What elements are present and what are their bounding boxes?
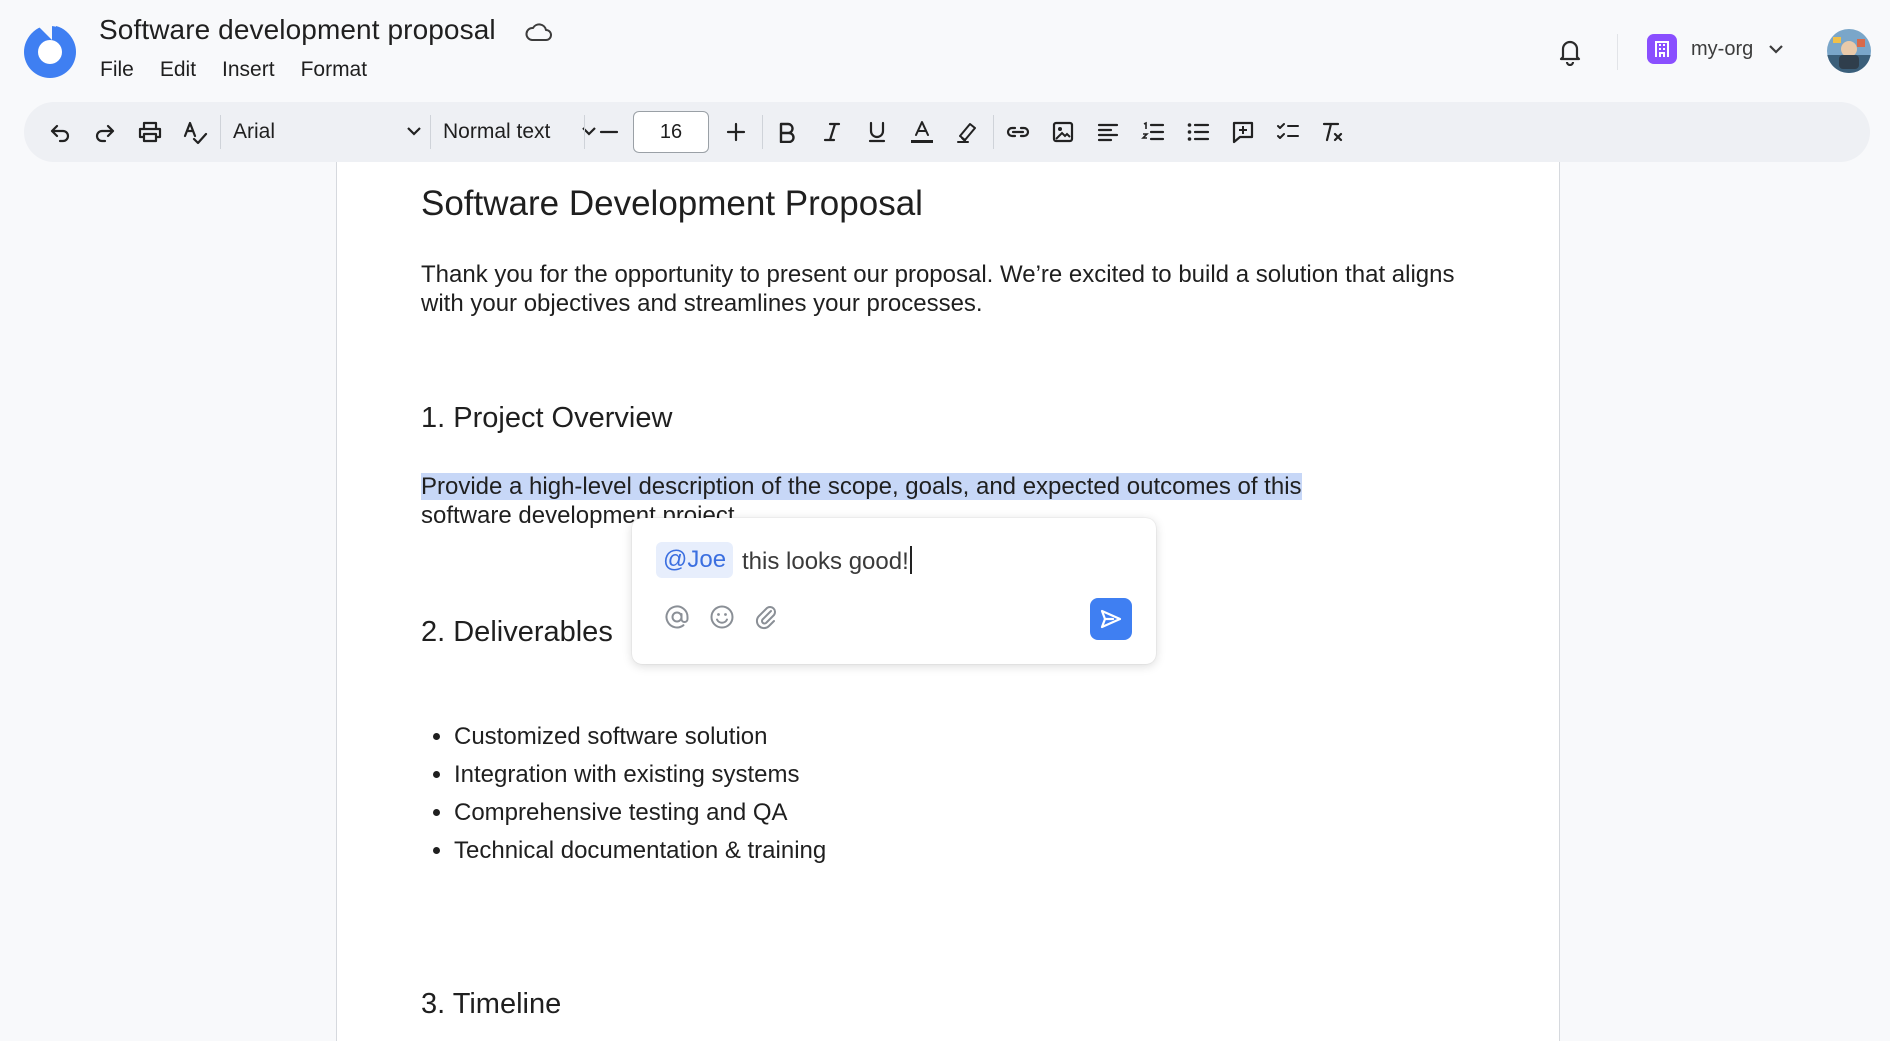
- document-title[interactable]: Software development proposal: [99, 14, 496, 46]
- toolbar-divider: [220, 115, 221, 149]
- toolbar-divider: [762, 115, 763, 149]
- comment-input[interactable]: this looks good!: [742, 546, 912, 576]
- add-comment-button[interactable]: [1221, 102, 1265, 162]
- attach-icon[interactable]: [751, 602, 781, 632]
- menu-format[interactable]: Format: [301, 58, 368, 82]
- highlighted-selection[interactable]: Provide a high-level description of the …: [421, 473, 1302, 500]
- font-family-value: Arial: [233, 120, 276, 143]
- list-item: Technical documentation & training: [454, 832, 826, 870]
- list-item: Comprehensive testing and QA: [454, 794, 826, 832]
- section-heading-deliverables: 2. Deliverables: [421, 616, 613, 648]
- list-item: Integration with existing systems: [454, 756, 826, 794]
- align-left-icon: [1097, 123, 1119, 142]
- org-switcher[interactable]: my-org: [1647, 34, 1785, 64]
- header-divider: [1617, 34, 1618, 70]
- section-heading-timeline: 3. Timeline: [421, 988, 562, 1020]
- at-icon[interactable]: [662, 602, 692, 632]
- document-heading: Software Development Proposal: [421, 184, 923, 223]
- menu-bar: File Edit Insert Format: [100, 58, 367, 82]
- align-left-button[interactable]: [1086, 102, 1130, 162]
- send-button[interactable]: [1090, 598, 1132, 640]
- underline-icon: [868, 121, 886, 143]
- link-icon: [1006, 126, 1030, 138]
- highlight-button[interactable]: [945, 102, 989, 162]
- app-header: Software development proposal File Edit …: [0, 0, 1890, 100]
- cloud-icon[interactable]: [524, 20, 554, 46]
- formatting-toolbar: Arial Normal text 16: [24, 102, 1870, 162]
- comment-popup: @Joe this looks good!: [632, 518, 1156, 664]
- spellcheck-icon: [183, 121, 208, 145]
- avatar[interactable]: [1827, 29, 1871, 73]
- toolbar-divider: [584, 115, 585, 149]
- checklist-icon: [1277, 123, 1299, 139]
- font-family-select[interactable]: Arial: [233, 102, 423, 162]
- send-icon: [1100, 609, 1122, 629]
- clear-formatting-button[interactable]: [1311, 102, 1355, 162]
- chevron-down-icon: [1769, 45, 1784, 54]
- menu-insert[interactable]: Insert: [222, 58, 275, 82]
- toolbar-divider: [993, 115, 994, 149]
- menu-file[interactable]: File: [100, 58, 134, 82]
- bell-icon[interactable]: [1556, 36, 1584, 66]
- image-icon: [1052, 121, 1074, 143]
- text-caret: [909, 546, 912, 574]
- checklist-button[interactable]: [1266, 102, 1310, 162]
- print-icon: [138, 121, 162, 143]
- italic-button[interactable]: [810, 102, 854, 162]
- italic-icon: [823, 122, 841, 142]
- numbered-list-icon: [1141, 121, 1165, 141]
- intro-paragraph: Thank you for the opportunity to present…: [421, 261, 1455, 317]
- insert-image-button[interactable]: [1041, 102, 1085, 162]
- toolbar-divider: [430, 115, 431, 149]
- text-style-select[interactable]: Normal text: [443, 102, 598, 162]
- bold-icon: [779, 122, 795, 143]
- org-name: my-org: [1691, 37, 1754, 60]
- text-style-value: Normal text: [443, 120, 551, 143]
- bulleted-list-icon: [1187, 123, 1210, 141]
- insert-link-button[interactable]: [996, 102, 1040, 162]
- deliverables-list: Customized software solution Integration…: [421, 718, 826, 870]
- list-item: Customized software solution: [454, 718, 826, 756]
- plus-icon: [726, 122, 746, 142]
- bulleted-list-button[interactable]: [1176, 102, 1220, 162]
- text-color-button[interactable]: [900, 102, 944, 162]
- section-heading-overview: 1. Project Overview: [421, 402, 673, 434]
- menu-edit[interactable]: Edit: [160, 58, 196, 82]
- increase-font-size-button[interactable]: [714, 102, 758, 162]
- underline-button[interactable]: [855, 102, 899, 162]
- clear-format-icon: [1322, 122, 1343, 142]
- mention-chip[interactable]: @Joe: [656, 542, 734, 578]
- app-logo[interactable]: [22, 22, 78, 78]
- decrease-font-size-button[interactable]: [587, 102, 631, 162]
- text-color-icon: [911, 121, 933, 143]
- numbered-list-button[interactable]: [1131, 102, 1175, 162]
- add-comment-icon: [1232, 121, 1254, 144]
- comment-text: this looks good!: [742, 548, 909, 575]
- minus-icon: [599, 130, 619, 134]
- font-size-input[interactable]: 16: [633, 111, 709, 153]
- emoji-icon[interactable]: [707, 602, 737, 632]
- org-icon: [1647, 34, 1677, 64]
- highlight-icon: [957, 123, 976, 143]
- undo-icon: [50, 124, 70, 143]
- spellcheck-button[interactable]: [173, 102, 217, 162]
- redo-icon: [95, 124, 115, 143]
- redo-button[interactable]: [83, 102, 127, 162]
- chevron-down-icon: [407, 127, 421, 136]
- undo-button[interactable]: [38, 102, 82, 162]
- print-button[interactable]: [128, 102, 172, 162]
- bold-button[interactable]: [765, 102, 809, 162]
